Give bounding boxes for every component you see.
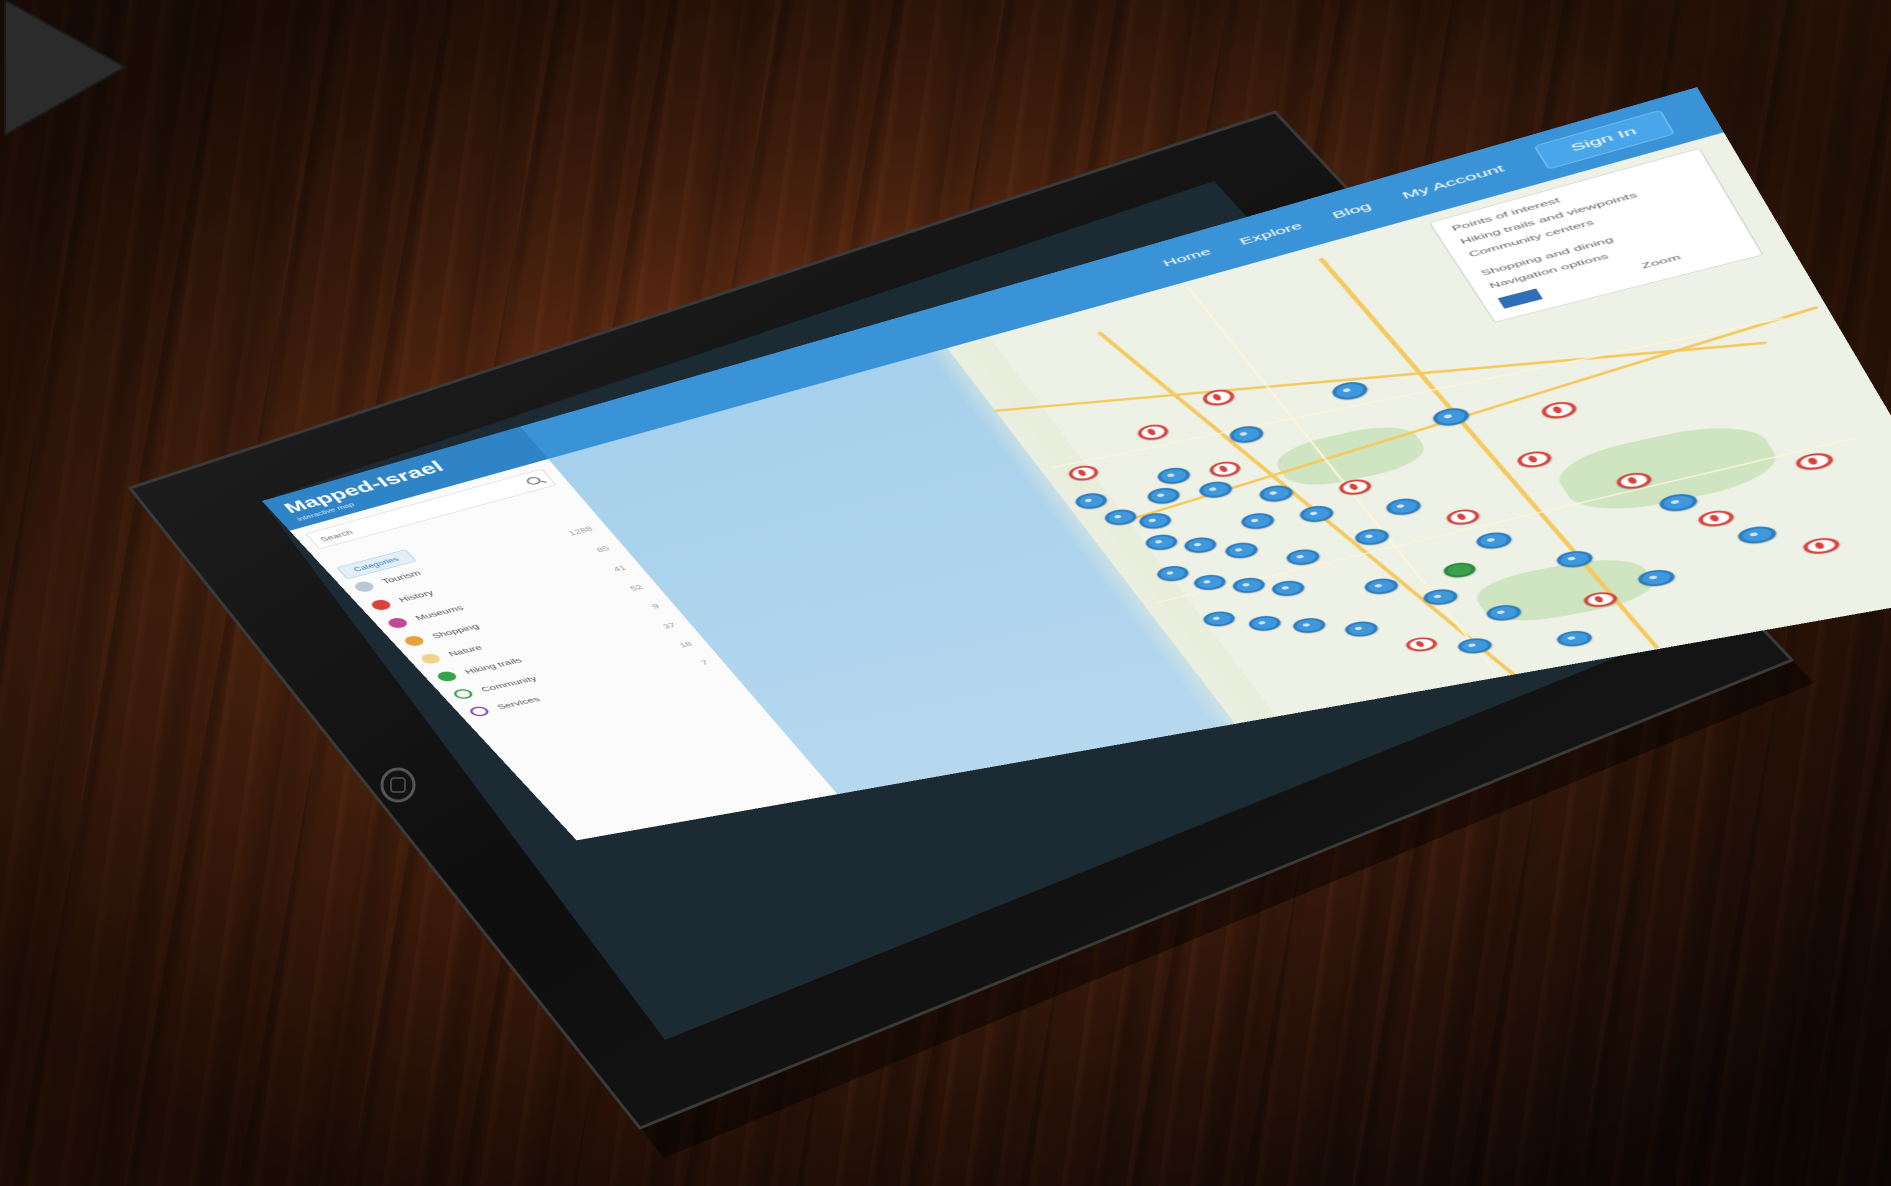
map-marker-trail[interactable] [1439, 560, 1480, 580]
nav-home-link[interactable]: Home [1161, 246, 1214, 269]
map-marker[interactable] [1228, 575, 1269, 596]
map-marker[interactable] [1255, 482, 1297, 505]
category-count: 9 [650, 602, 662, 611]
map-marker[interactable] [1472, 529, 1516, 552]
services-icon [467, 705, 492, 718]
category-count: 37 [661, 621, 678, 631]
search-icon[interactable] [524, 475, 543, 486]
map-marker[interactable] [1180, 534, 1221, 556]
category-label: Tourism [379, 569, 423, 586]
map-marker[interactable] [1268, 578, 1309, 599]
map-marker-history[interactable] [1694, 508, 1738, 529]
map-marker[interactable] [1190, 572, 1230, 593]
category-count: 52 [628, 583, 645, 593]
gear-icon [351, 580, 377, 594]
map-marker-history[interactable] [1792, 450, 1837, 473]
map-marker[interactable] [1289, 615, 1330, 636]
map-marker-history[interactable] [1443, 507, 1483, 527]
museum-icon [385, 616, 411, 630]
category-label: Shopping [429, 622, 481, 640]
shopping-icon [402, 634, 427, 648]
map-marker[interactable] [1237, 510, 1279, 532]
map-marker-history[interactable] [1799, 535, 1843, 557]
nav-blog-link[interactable]: Blog [1330, 201, 1374, 222]
community-icon [451, 687, 476, 701]
highway-road [994, 341, 1768, 412]
map-marker[interactable] [1153, 465, 1195, 487]
category-count: 18 [677, 640, 694, 649]
map-marker-history[interactable] [1205, 459, 1244, 480]
map-marker[interactable] [1244, 613, 1285, 633]
map-marker-history[interactable] [1134, 422, 1172, 443]
minor-road [1187, 287, 1497, 673]
hiking-icon [434, 670, 460, 683]
map-marker-history[interactable] [1513, 448, 1556, 470]
map-marker[interactable] [1328, 379, 1372, 403]
category-count: 7 [699, 659, 711, 667]
category-count: 1288 [566, 525, 595, 538]
nav-account-link[interactable]: My Account [1400, 163, 1507, 202]
category-count: 41 [611, 564, 629, 574]
nav-explore-link[interactable]: Explore [1237, 220, 1305, 247]
nature-icon [418, 652, 444, 666]
map-marker[interactable] [1221, 540, 1262, 561]
tablet-device: Mapped-Israel interactive map Home Explo… [0, 0, 1891, 1186]
map-marker[interactable] [1553, 628, 1596, 649]
map-marker-history[interactable] [1537, 399, 1581, 421]
category-label: Services [495, 695, 542, 711]
play-triangle [4, 0, 128, 135]
map-marker[interactable] [1341, 619, 1382, 639]
map-marker-history[interactable] [1402, 635, 1441, 654]
flag-icon [1497, 288, 1543, 309]
category-count: 85 [594, 544, 612, 554]
map-marker[interactable] [1382, 495, 1425, 518]
category-label: Museums [413, 603, 466, 622]
map-marker[interactable] [1734, 523, 1781, 546]
history-pin-icon [368, 598, 394, 612]
category-label: Nature [446, 643, 485, 658]
play-icon[interactable] [0, 0, 130, 135]
zoom-label[interactable]: Zoom [1640, 254, 1683, 271]
category-label: History [396, 588, 436, 604]
